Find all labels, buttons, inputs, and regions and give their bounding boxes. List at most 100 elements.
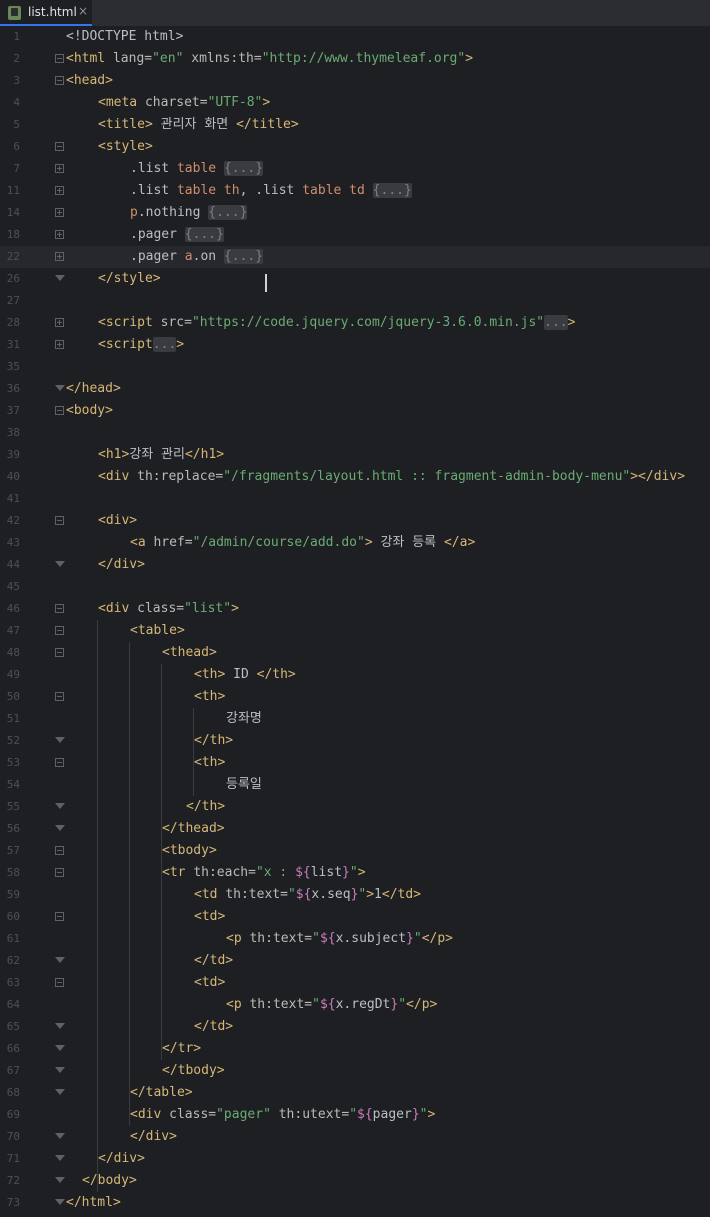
code-text[interactable]: </div> [98,554,145,576]
code-line[interactable]: 1 <!DOCTYPE html> [0,26,710,48]
code-text[interactable]: <style> [98,136,153,158]
code-line[interactable]: 70 </div> [0,1126,710,1148]
code-text[interactable]: </div> [130,1126,177,1148]
code-line[interactable]: 43 <a href="/admin/course/add.do"> 강좌 등록 … [0,532,710,554]
code-line[interactable]: 26 </style> [0,268,710,290]
code-line[interactable]: 42 <div> [0,510,710,532]
code-text[interactable]: <tr th:each="x : ${list}"> [162,862,366,884]
code-text[interactable]: </thead> [162,818,225,840]
tab-list-html[interactable]: list.html × [0,0,92,26]
code-text[interactable]: <body> [66,400,113,422]
code-text[interactable]: <p th:text="${x.subject}"</p> [226,928,453,950]
code-line[interactable]: 49 <th> ID </th> [0,664,710,686]
code-line[interactable]: 52 </th> [0,730,710,752]
code-text[interactable]: <script...> [98,334,184,356]
code-line[interactable]: 36 </head> [0,378,710,400]
code-text[interactable]: <p th:text="${x.regDt}"</p> [226,994,437,1016]
code-line[interactable]: 37 <body> [0,400,710,422]
code-text[interactable]: </tbody> [162,1060,225,1082]
fold-collapse-icon[interactable] [55,978,64,987]
folded-region-placeholder[interactable]: {...} [372,183,412,198]
fold-collapse-icon[interactable] [55,76,64,85]
code-text[interactable]: <td> [194,906,225,928]
code-line[interactable]: 44 </div> [0,554,710,576]
fold-expand-icon[interactable] [55,230,64,239]
code-line[interactable]: 5 <title> 관리자 화면 </title> [0,114,710,136]
fold-end-icon[interactable] [55,561,65,567]
fold-end-icon[interactable] [55,1133,65,1139]
folded-region-placeholder[interactable]: ... [152,337,177,352]
code-text[interactable]: </tr> [162,1038,201,1060]
code-text[interactable]: .list table {...} [130,158,264,180]
code-line[interactable]: 73 </html> [0,1192,710,1214]
fold-end-icon[interactable] [55,1199,65,1205]
fold-collapse-icon[interactable] [55,516,64,525]
code-text[interactable]: </th> [186,796,225,818]
code-line[interactable]: 40 <div th:replace="/fragments/layout.htm… [0,466,710,488]
code-line[interactable]: 22 .pager a.on {...} [0,246,710,268]
code-text[interactable]: <th> [194,752,225,774]
code-text[interactable]: <script src="https://code.jquery.com/jqu… [98,312,575,334]
code-line[interactable]: 68 </table> [0,1082,710,1104]
code-line[interactable]: 14 p.nothing {...} [0,202,710,224]
code-line[interactable]: 67 </tbody> [0,1060,710,1082]
code-text[interactable]: <td th:text="${x.seq}">1</td> [194,884,421,906]
code-text[interactable]: <div class="pager" th:utext="${pager}"> [130,1104,435,1126]
fold-collapse-icon[interactable] [55,846,64,855]
code-line[interactable]: 11 .list table th, .list table td {...} [0,180,710,202]
code-text[interactable]: </div> [98,1148,145,1170]
code-line[interactable]: 58 <tr th:each="x : ${list}"> [0,862,710,884]
code-line[interactable]: 72 </body> [0,1170,710,1192]
code-line[interactable]: 60 <td> [0,906,710,928]
fold-end-icon[interactable] [55,1067,65,1073]
folded-region-placeholder[interactable]: {...} [223,249,264,264]
code-line[interactable]: 51 강좌명 [0,708,710,730]
code-line[interactable]: 50 <th> [0,686,710,708]
code-text[interactable]: <thead> [162,642,217,664]
code-text[interactable]: <div class="list"> [98,598,239,620]
code-text[interactable]: <table> [130,620,185,642]
fold-collapse-icon[interactable] [55,758,64,767]
code-line[interactable]: 4 <meta charset="UTF-8"> [0,92,710,114]
code-editor[interactable]: 1 <!DOCTYPE html> 2 <html lang="en" xmlns:t… [0,26,710,1217]
code-line[interactable]: 56 </thead> [0,818,710,840]
code-line[interactable]: 18 .pager {...} [0,224,710,246]
fold-end-icon[interactable] [55,385,65,391]
code-text[interactable]: <html lang="en" xmlns:th="http://www.thy… [66,48,473,70]
fold-end-icon[interactable] [55,1155,65,1161]
fold-end-icon[interactable] [55,737,65,743]
code-line[interactable]: 59 <td th:text="${x.seq}">1</td> [0,884,710,906]
fold-expand-icon[interactable] [55,252,64,261]
fold-collapse-icon[interactable] [55,912,64,921]
folded-region-placeholder[interactable]: {...} [223,161,264,176]
code-text[interactable]: </th> [194,730,233,752]
code-text[interactable]: </body> [82,1170,137,1192]
code-text[interactable]: .pager {...} [130,224,224,246]
folded-region-placeholder[interactable]: ... [544,315,568,330]
fold-end-icon[interactable] [55,1177,65,1183]
code-text[interactable]: <tbody> [162,840,217,862]
code-line[interactable]: 55 </th> [0,796,710,818]
close-icon[interactable]: × [78,4,88,18]
folded-region-placeholder[interactable]: {...} [208,205,248,220]
code-text[interactable]: .list table th, .list table td {...} [130,180,412,202]
code-line[interactable]: 31 <script...> [0,334,710,356]
code-line[interactable]: 39 <h1>강좌 관리</h1> [0,444,710,466]
code-text[interactable]: <div> [98,510,137,532]
fold-expand-icon[interactable] [55,186,64,195]
fold-collapse-icon[interactable] [55,142,64,151]
fold-end-icon[interactable] [55,1023,65,1029]
code-line[interactable]: 41 [0,488,710,510]
fold-end-icon[interactable] [55,1089,65,1095]
code-line[interactable]: 71 </div> [0,1148,710,1170]
code-line[interactable]: 66 </tr> [0,1038,710,1060]
code-line[interactable]: 48 <thead> [0,642,710,664]
code-text[interactable]: </html> [66,1192,121,1214]
code-line[interactable]: 6 <style> [0,136,710,158]
code-line[interactable]: 64 <p th:text="${x.regDt}"</p> [0,994,710,1016]
code-text[interactable]: <div th:replace="/fragments/layout.html … [98,466,685,488]
fold-expand-icon[interactable] [55,318,64,327]
code-text[interactable]: <meta charset="UTF-8"> [98,92,270,114]
fold-collapse-icon[interactable] [55,868,64,877]
code-text[interactable]: <title> 관리자 화면 </title> [98,114,299,136]
